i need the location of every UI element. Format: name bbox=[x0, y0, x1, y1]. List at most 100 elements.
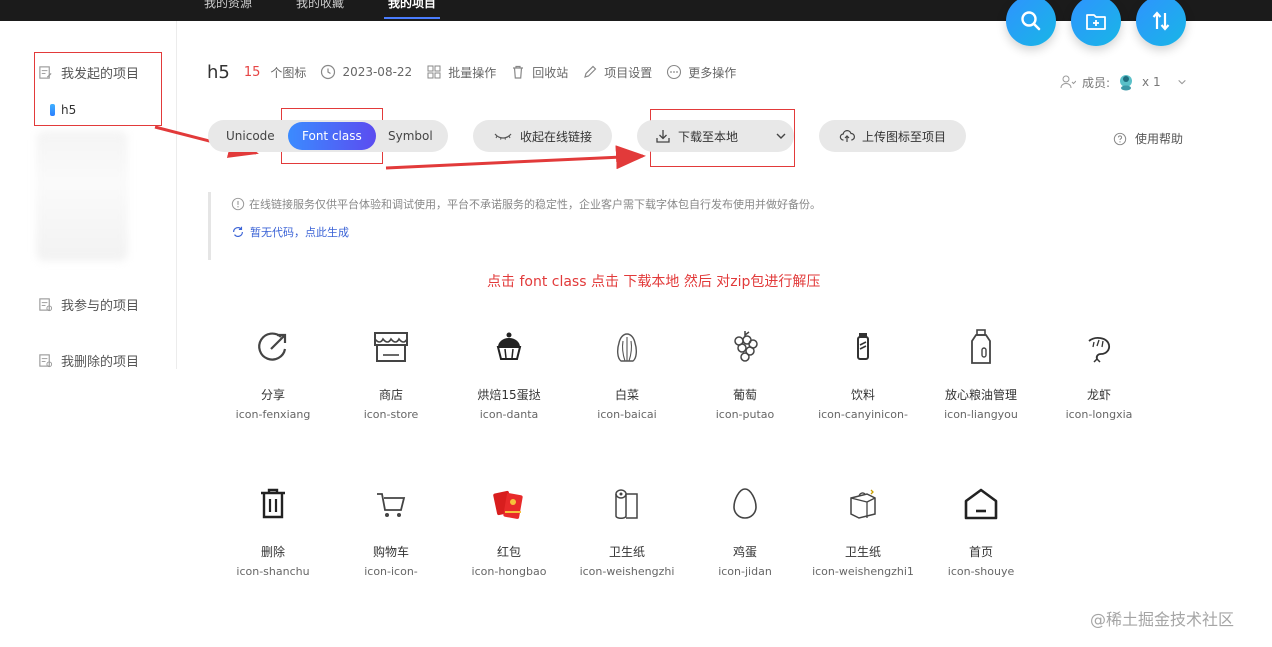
help-link[interactable]: 使用帮助 bbox=[1113, 130, 1183, 147]
sort-icon bbox=[1152, 11, 1170, 31]
icon-card[interactable]: 放心粮油管理 icon-liangyou bbox=[922, 322, 1040, 424]
project-list-icon bbox=[39, 298, 53, 312]
icon-class: icon-shouye bbox=[947, 565, 1015, 578]
generate-code-link[interactable]: 暂无代码，点此生成 bbox=[231, 224, 888, 240]
members-count: x 1 bbox=[1142, 75, 1161, 89]
trash-icon bbox=[513, 65, 524, 79]
batch-action-label: 批量操作 bbox=[448, 65, 497, 80]
download-button[interactable]: 下载至本地 bbox=[637, 120, 794, 152]
icon-card[interactable]: 购物车 icon-icon- bbox=[332, 479, 450, 581]
upload-button[interactable]: 上传图标至项目 bbox=[819, 120, 966, 152]
icon-name: 鸡蛋 bbox=[732, 545, 757, 559]
sidebar-item-deleted[interactable]: 我删除的项目 bbox=[38, 351, 139, 370]
icon-class: icon-shanchu bbox=[236, 565, 310, 578]
icon-class: icon-canyinicon- bbox=[818, 408, 908, 421]
icon-class: icon-putao bbox=[715, 408, 775, 421]
icon-card[interactable]: 卫生纸 icon-weishengzhi1 bbox=[804, 479, 922, 581]
icon-card[interactable]: 分享 icon-fenxiang bbox=[214, 322, 332, 424]
store-icon bbox=[374, 332, 408, 362]
tab-my-favorites[interactable]: 我的收藏 bbox=[296, 0, 344, 11]
sort-button[interactable] bbox=[1136, 0, 1186, 46]
chevron-down-icon bbox=[1177, 79, 1186, 85]
icon-name: 烘焙15蛋挞 bbox=[477, 388, 541, 402]
icon-class: icon-store bbox=[363, 408, 419, 421]
icon-name: 白菜 bbox=[614, 388, 639, 402]
project-header: h5 15 个图标 2023-08-22 批量操作 回收站 项目设置 更多操作 bbox=[207, 60, 736, 84]
icon-class: icon-icon- bbox=[364, 565, 418, 578]
icon-card[interactable]: 饮料 icon-canyinicon- bbox=[804, 322, 922, 424]
icon-count: 15 bbox=[243, 64, 261, 80]
icon-count-unit: 个图标 bbox=[270, 65, 307, 80]
icon-card[interactable]: 删除 icon-shanchu bbox=[214, 479, 332, 581]
upload-label: 上传图标至项目 bbox=[861, 129, 946, 144]
sidebar-item-label: 我参与的项目 bbox=[61, 299, 140, 314]
highlight-box-sidebar bbox=[34, 52, 162, 126]
cupcake-icon bbox=[496, 332, 522, 360]
tissue-box-icon bbox=[850, 489, 876, 519]
cart-icon bbox=[377, 493, 406, 517]
icon-name: 首页 bbox=[968, 545, 993, 559]
icon-name: 卫生纸 bbox=[608, 545, 645, 559]
icon-card[interactable]: 白菜 icon-baicai bbox=[568, 322, 686, 424]
help-icon bbox=[1113, 132, 1127, 145]
notice-text: 在线链接服务仅供平台体验和调试使用，平台不承诺服务的稳定性，企业客户需下载字体包… bbox=[249, 198, 821, 211]
icon-name: 葡萄 bbox=[732, 388, 757, 402]
more-actions[interactable]: 更多操作 bbox=[666, 64, 736, 81]
batch-action[interactable]: 批量操作 bbox=[426, 64, 496, 81]
cloud-upload-icon bbox=[839, 130, 855, 142]
tissue-roll-icon bbox=[615, 489, 638, 519]
tab-font-class[interactable]: Font class bbox=[288, 122, 376, 150]
project-list-icon bbox=[39, 354, 53, 368]
icon-card[interactable]: 首页 icon-shouye bbox=[922, 479, 1040, 581]
recycle-bin[interactable]: 回收站 bbox=[510, 64, 568, 81]
icon-class: icon-weishengzhi1 bbox=[812, 565, 914, 578]
search-button[interactable] bbox=[1006, 0, 1056, 46]
home-icon bbox=[964, 488, 998, 520]
icon-card[interactable]: 卫生纸 icon-weishengzhi bbox=[568, 479, 686, 581]
project-settings[interactable]: 项目设置 bbox=[582, 64, 652, 81]
more-actions-label: 更多操作 bbox=[688, 65, 737, 80]
icon-card[interactable]: 红包 icon-hongbao bbox=[450, 479, 568, 581]
members[interactable]: 成员: x 1 bbox=[1060, 72, 1187, 92]
recycle-bin-label: 回收站 bbox=[532, 65, 569, 80]
icon-card[interactable]: 葡萄 icon-putao bbox=[686, 322, 804, 424]
icon-name: 商店 bbox=[378, 388, 403, 402]
egg-icon bbox=[733, 488, 757, 519]
search-icon bbox=[1021, 11, 1041, 31]
icon-card[interactable]: 商店 icon-store bbox=[332, 322, 450, 424]
sidebar-item-joined[interactable]: 我参与的项目 bbox=[38, 295, 139, 314]
created-date-label: 2023-08-22 bbox=[342, 65, 413, 79]
info-icon bbox=[231, 197, 245, 211]
annotation-text: 点击 font class 点击 下载本地 然后 对zip包进行解压 bbox=[487, 274, 821, 290]
add-folder-button[interactable] bbox=[1071, 0, 1121, 46]
icon-name: 放心粮油管理 bbox=[944, 388, 1017, 402]
share-icon bbox=[258, 332, 287, 361]
blurred-region bbox=[36, 131, 128, 261]
tab-unicode[interactable]: Unicode bbox=[226, 120, 275, 152]
collapse-link-button[interactable]: 收起在线链接 bbox=[473, 120, 612, 152]
icon-name: 卫生纸 bbox=[844, 545, 881, 559]
project-settings-label: 项目设置 bbox=[604, 65, 653, 80]
tab-my-projects[interactable]: 我的项目 bbox=[383, 0, 441, 19]
oil-bottle-icon bbox=[971, 329, 991, 364]
grid-icon bbox=[427, 65, 441, 79]
chevron-down-icon bbox=[776, 133, 786, 139]
collapse-link-label: 收起在线链接 bbox=[519, 129, 592, 144]
refresh-icon bbox=[233, 226, 243, 237]
icon-card[interactable]: 龙虾 icon-longxia bbox=[1040, 322, 1158, 424]
grape-icon bbox=[734, 331, 758, 362]
icon-class: icon-longxia bbox=[1065, 408, 1133, 421]
tab-symbol[interactable]: Symbol bbox=[388, 120, 433, 152]
icon-name: 红包 bbox=[496, 545, 521, 559]
icon-class: icon-liangyou bbox=[944, 408, 1018, 421]
icon-class: icon-hongbao bbox=[471, 565, 547, 578]
add-folder-icon bbox=[1086, 14, 1106, 30]
icon-class: icon-danta bbox=[479, 408, 539, 421]
members-label: 成员: bbox=[1082, 75, 1111, 90]
tab-my-resources[interactable]: 我的资源 bbox=[204, 0, 252, 11]
icon-card[interactable]: 鸡蛋 icon-jidan bbox=[686, 479, 804, 581]
red-packet-icon bbox=[493, 490, 523, 519]
user-group-icon bbox=[1060, 75, 1076, 89]
icon-card[interactable]: 烘焙15蛋挞 icon-danta bbox=[450, 322, 568, 424]
trash-icon bbox=[261, 488, 285, 519]
